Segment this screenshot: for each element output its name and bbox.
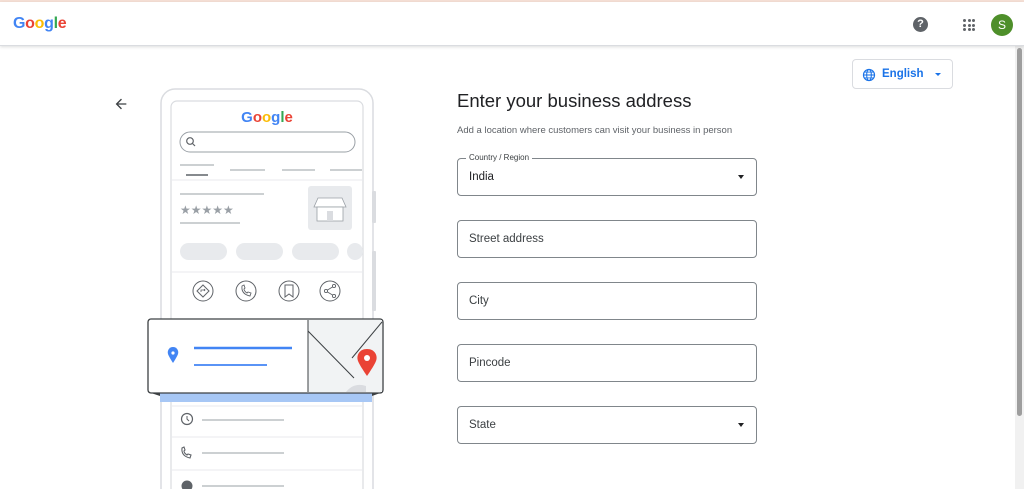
- country-region-select[interactable]: Country / Region India: [457, 153, 757, 196]
- language-label: English: [882, 68, 924, 80]
- language-selector[interactable]: English: [852, 59, 953, 89]
- apps-grid-icon[interactable]: [963, 19, 975, 31]
- city-field[interactable]: City: [457, 282, 757, 320]
- google-logo[interactable]: Google: [13, 15, 67, 33]
- pincode-field[interactable]: Pincode: [457, 344, 757, 382]
- help-icon[interactable]: ?: [913, 17, 928, 32]
- chevron-down-icon: [935, 73, 941, 76]
- phone-icon: [235, 280, 257, 302]
- rating-stars: ★★★★★: [180, 203, 234, 217]
- share-icon: [319, 280, 341, 302]
- directions-icon: [192, 280, 214, 302]
- back-arrow-icon[interactable]: [113, 96, 129, 112]
- globe-icon: [862, 68, 876, 82]
- chevron-down-icon: [738, 423, 744, 427]
- business-listing-illustration: Google ★★★★★: [147, 88, 384, 489]
- account-avatar[interactable]: S: [991, 14, 1013, 36]
- state-select[interactable]: State: [457, 406, 757, 444]
- page-title: Enter your business address: [457, 90, 692, 111]
- illustration-google-logo: Google: [241, 109, 293, 126]
- state-placeholder: State: [469, 419, 496, 431]
- city-placeholder: City: [469, 295, 489, 307]
- page-subtitle: Add a location where customers can visit…: [457, 125, 733, 136]
- app-header: Google ? S: [0, 2, 1024, 46]
- scrollbar-thumb[interactable]: [1017, 48, 1022, 416]
- country-region-value: India: [469, 171, 494, 183]
- street-address-placeholder: Street address: [469, 233, 544, 245]
- bookmark-icon: [278, 280, 300, 302]
- country-region-label: Country / Region: [466, 153, 533, 162]
- page-scrollbar[interactable]: [1015, 46, 1024, 489]
- chevron-down-icon: [738, 175, 744, 179]
- street-address-field[interactable]: Street address: [457, 220, 757, 258]
- pincode-placeholder: Pincode: [469, 357, 511, 369]
